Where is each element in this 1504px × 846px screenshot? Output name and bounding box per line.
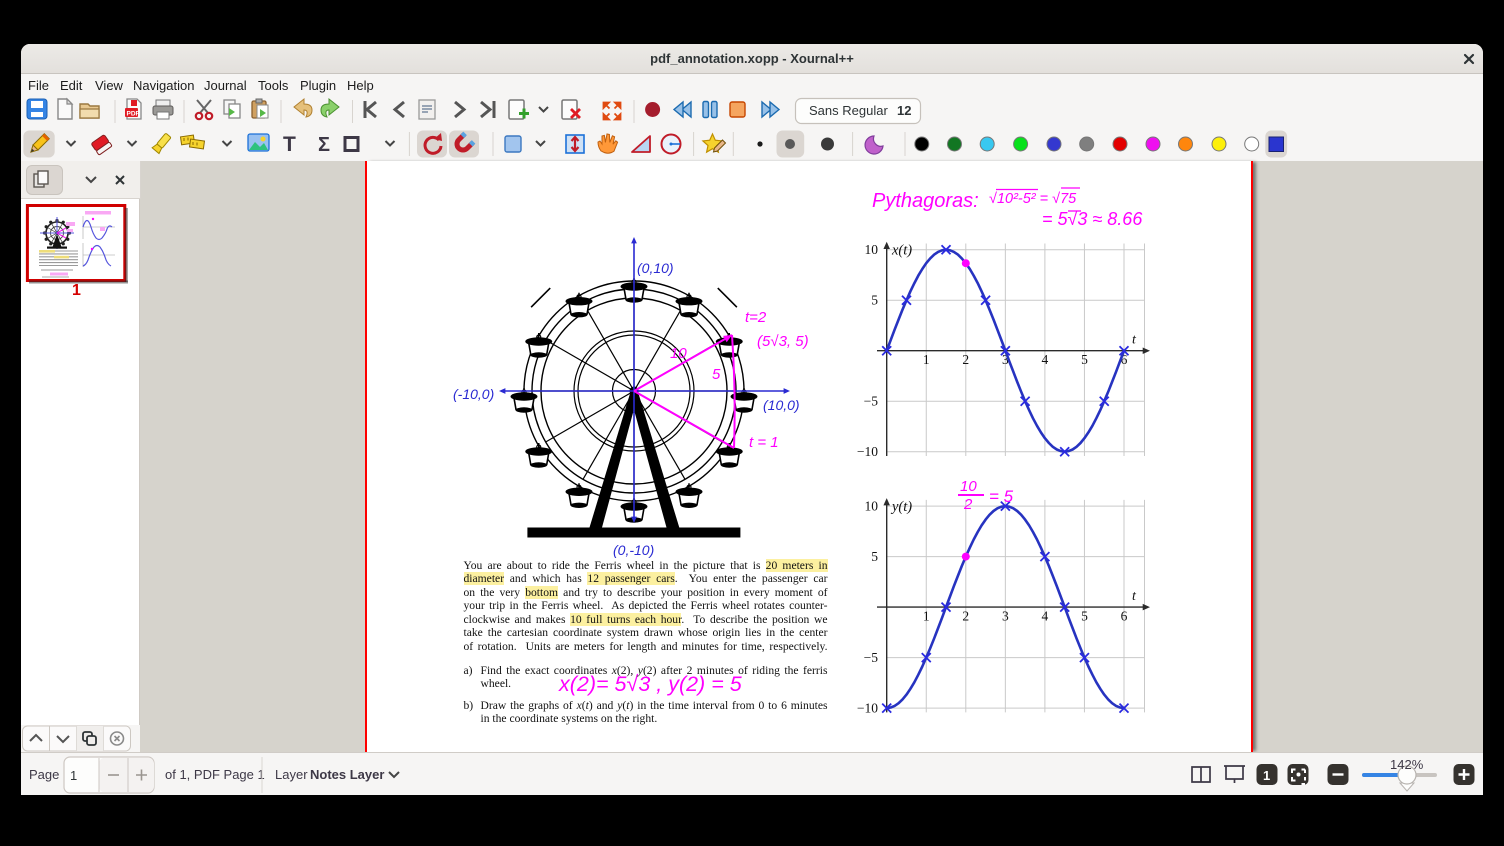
svg-text:10: 10 [960, 478, 977, 495]
svg-text:t: t [1132, 589, 1137, 604]
svg-text:2: 2 [962, 352, 969, 367]
svg-text:Σ: Σ [318, 134, 330, 156]
svg-text:4: 4 [1041, 352, 1048, 367]
svg-text:√10²-5² = √75: √10²-5² = √75 [989, 191, 1077, 207]
svg-text:T: T [283, 133, 296, 156]
svg-text:t=2: t=2 [745, 309, 767, 326]
svg-text:1: 1 [922, 352, 929, 367]
svg-text:12: 12 [897, 103, 911, 118]
svg-text:of 1, PDF Page 1: of 1, PDF Page 1 [165, 767, 265, 782]
svg-text:5: 5 [1081, 609, 1088, 624]
svg-text:Sans Regular: Sans Regular [809, 103, 888, 118]
svg-text:5: 5 [871, 549, 878, 564]
svg-text:1: 1 [70, 768, 77, 783]
svg-text:Pythagoras:: Pythagoras: [872, 190, 979, 212]
svg-text:4: 4 [1041, 609, 1048, 624]
svg-text:Layer: Layer [275, 767, 308, 782]
svg-text:−10: −10 [856, 444, 877, 459]
svg-text:(0,-10): (0,-10) [613, 542, 654, 558]
svg-text:−5: −5 [863, 650, 878, 665]
svg-text:5: 5 [712, 366, 721, 383]
svg-text:= 5√3 ≈ 8.66: = 5√3 ≈ 8.66 [1042, 209, 1143, 229]
svg-text:(5√3, 5): (5√3, 5) [757, 333, 809, 350]
svg-text:1: 1 [72, 282, 81, 299]
svg-text:5: 5 [871, 293, 878, 308]
svg-text:t: t [1132, 333, 1137, 348]
svg-text:10: 10 [864, 499, 878, 514]
svg-text:10: 10 [670, 345, 687, 362]
svg-text:−10: −10 [856, 701, 877, 716]
svg-text:x(t): x(t) [891, 243, 912, 259]
svg-text:Page: Page [29, 767, 59, 782]
svg-text:5: 5 [1081, 352, 1088, 367]
svg-text:y(t): y(t) [890, 499, 912, 515]
svg-text:t = 1: t = 1 [749, 434, 779, 451]
svg-text:(10,0): (10,0) [763, 397, 800, 413]
svg-text:= 5: = 5 [989, 487, 1014, 506]
svg-text:−5: −5 [863, 394, 878, 409]
svg-text:Notes Layer: Notes Layer [310, 767, 384, 782]
svg-text:2: 2 [962, 609, 969, 624]
svg-text:142%: 142% [1390, 757, 1424, 772]
svg-text:6: 6 [1120, 609, 1127, 624]
svg-text:1: 1 [922, 609, 929, 624]
svg-text:PDF: PDF [127, 111, 140, 118]
svg-text:(0,10): (0,10) [637, 260, 674, 276]
svg-text:2: 2 [963, 496, 973, 513]
svg-text:3: 3 [1001, 609, 1008, 624]
svg-text:1: 1 [1263, 768, 1270, 783]
svg-text:(-10,0): (-10,0) [453, 386, 494, 402]
svg-text:10: 10 [864, 242, 878, 257]
